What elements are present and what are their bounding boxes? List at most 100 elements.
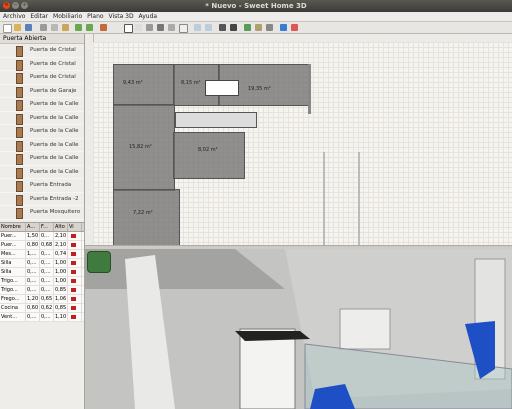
column-name[interactable]: Nombre [0,223,26,231]
window-titlebar: ✕ − + * Nuevo - Sweet Home 3D [0,0,512,12]
column-width[interactable]: A... [26,223,40,231]
table-cell: Silla [0,268,26,276]
zoom-out-icon[interactable] [205,24,212,31]
open-icon[interactable] [14,24,21,31]
table-cell: 0,... [40,268,54,276]
visible-checkbox[interactable] [68,241,82,249]
copy-icon[interactable] [51,24,58,31]
table-cell: 1,00 [55,259,68,267]
menu-ayuda[interactable]: Ayuda [139,12,158,21]
catalog-item-label: Puerta de la Calle [30,168,79,175]
visible-checkbox[interactable] [68,295,82,303]
menu-editar[interactable]: Editar [30,12,48,21]
catalog-item[interactable]: Puerta Entrada -2 [0,193,84,206]
visible-checkbox[interactable] [68,259,82,267]
table-row[interactable]: Frego... 1,20 0,65 1,06 [0,295,84,304]
create-video-icon[interactable] [230,24,237,31]
table-row[interactable]: Puer... 1,50 0... 2,10 [0,232,84,241]
visible-checkbox[interactable] [68,232,82,240]
wall[interactable] [323,152,325,245]
table-row[interactable]: Cocina 0,60 0,62 0,85 [0,304,84,313]
catalog-item[interactable]: Puerta de la Calle [0,98,84,112]
select-mode-icon[interactable] [124,24,133,33]
about-icon[interactable] [291,24,298,31]
zoom-in-icon[interactable] [194,24,201,31]
table-row[interactable]: Silla 0,... 0,... 1,00 [0,259,84,268]
plan-view[interactable]: 9,43 m² 8,15 m² 19,35 m² 15,82 m² 8,02 m… [85,34,512,245]
visible-checkbox[interactable] [68,277,82,285]
3d-scene [85,249,512,409]
wall[interactable] [308,64,311,114]
paste-icon[interactable] [62,24,69,31]
visible-checkbox[interactable] [68,268,82,276]
catalog-item[interactable]: Puerta de la Calle [0,166,84,179]
room-6[interactable] [113,189,180,245]
table-row[interactable]: Vent... 0,... 0,... 1,10 [0,313,84,322]
help-icon[interactable] [280,24,287,31]
catalog-item[interactable]: Puerta de la Calle [0,152,84,166]
table-cell: 1,00 [55,268,68,276]
catalog-item[interactable]: Puerta de Cristal [0,44,84,58]
column-visible[interactable]: Vi [68,223,82,231]
catalog-item[interactable]: Puerta de Cristal [0,58,84,71]
new-icon[interactable] [3,24,12,33]
kitchen-unit[interactable] [175,112,257,128]
column-depth[interactable]: F... [40,223,54,231]
table-cell: 1,20 [27,295,40,303]
table-cell: 1,06 [55,295,68,303]
visible-checkbox[interactable] [68,313,82,321]
visible-checkbox[interactable] [68,286,82,294]
undo-icon[interactable] [75,24,82,31]
redo-icon[interactable] [86,24,93,31]
create-dimensions-icon[interactable] [168,24,175,31]
catalog-item[interactable]: Puerta Mosquitero [0,206,84,220]
menu-mobiliario[interactable]: Mobiliario [53,12,82,21]
table-cell: 1,... [26,250,40,258]
visible-checkbox[interactable] [68,250,82,258]
modify-icon[interactable] [266,24,273,31]
3d-view[interactable] [85,249,512,409]
checked-icon [71,315,76,319]
catalog-item-label: Puerta de Cristal [30,74,76,80]
cut-icon[interactable] [40,24,47,31]
catalog-item-label: Puerta de la Calle [30,141,79,148]
table-cell: 0,... [40,286,54,294]
catalog-item[interactable]: Puerta de Garaje [0,85,84,98]
menu-plano[interactable]: Plano [87,12,103,21]
room-5[interactable] [173,132,245,179]
table-row[interactable]: Puer... 0,80 0,68 2,10 [0,241,84,250]
preferences-icon[interactable] [255,24,262,31]
visible-checkbox[interactable] [68,304,82,312]
table-row[interactable]: Silla 0,... 0,... 1,00 [0,268,84,277]
table-cell: 0,... [40,250,54,258]
furniture-table-header: Nombre A... F... Alto Vi [0,222,84,232]
column-height[interactable]: Alto [54,223,68,231]
catalog-item[interactable]: Puerta de la Calle [0,125,84,139]
catalog-item-label: Puerta Mosquitero [30,209,81,215]
add-furniture-icon[interactable] [100,24,107,31]
catalog-selected[interactable]: Puerta Abierta [0,34,84,44]
create-photo-icon[interactable] [219,24,226,31]
menu-vista-3d[interactable]: Vista 3D [108,12,133,21]
catalog-item[interactable]: Puerta de Cristal [0,71,84,85]
add-text-icon[interactable] [179,24,188,33]
pan-icon[interactable] [135,24,142,31]
catalog-item[interactable]: Puerta de la Calle [0,139,84,152]
catalog-item[interactable]: Puerta Entrada [0,179,84,193]
save-icon[interactable] [25,24,32,31]
menu-archivo[interactable]: Archivo [3,12,25,21]
table-cell: 0,60 [27,304,40,312]
navigation-control[interactable] [87,251,111,273]
rotate-icon[interactable] [244,24,251,31]
create-walls-icon[interactable] [146,24,153,31]
catalog-item[interactable]: Puerta de la Calle [0,112,84,125]
dining-table[interactable] [205,80,239,96]
create-rooms-icon[interactable] [157,24,164,31]
sink-cabinet [339,308,391,350]
checked-icon [71,270,76,274]
table-row[interactable]: Trigo... 0,... 0,... 0,85 [0,286,84,295]
table-row[interactable]: Trigo... 0,... 0,... 1,00 [0,277,84,286]
table-cell: 0,62 [41,304,54,312]
wall[interactable] [358,152,360,245]
table-row[interactable]: Mes... 1,... 0,... 0,74 [0,250,84,259]
